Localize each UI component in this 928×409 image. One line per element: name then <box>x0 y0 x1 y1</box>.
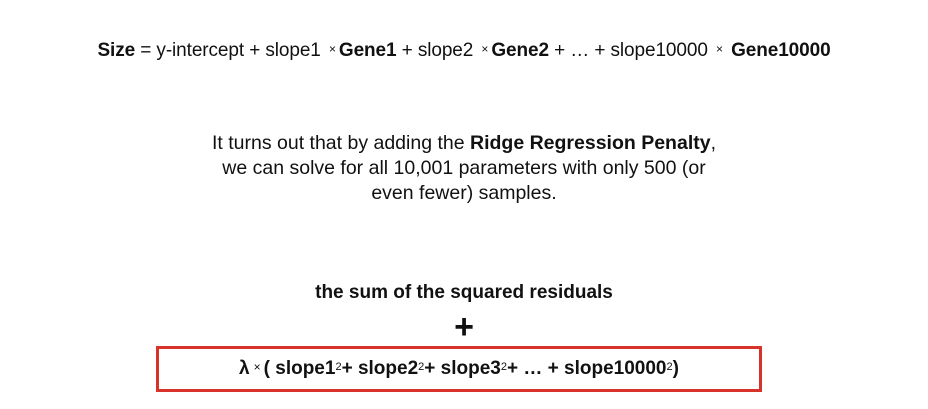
explanation-line-3: even fewer) samples. <box>371 182 557 204</box>
close-paren: ) <box>672 358 679 379</box>
multiply-sign: × <box>328 42 336 56</box>
gene2-term: Gene2 <box>491 40 549 61</box>
intercept-slope1-term: = y-intercept + slope1 <box>135 40 326 61</box>
gene10000-term: Gene10000 <box>731 40 831 61</box>
linear-model-equation: Size = y-intercept + slope1 × Gene1 + slo… <box>0 40 928 62</box>
slope10000-squared: + … + slope10000 <box>506 358 667 379</box>
explanation-line-2: we can solve for all 10,001 parameters w… <box>222 157 706 179</box>
ridge-penalty-emphasis: Ridge Regression Penalty <box>470 132 711 154</box>
slope10000-term: + … + slope10000 <box>548 40 713 61</box>
plus-sign: + <box>454 308 474 346</box>
explanation-text: It turns out that by adding the Ridge Re… <box>0 131 928 206</box>
multiply-sign: × <box>481 42 489 56</box>
sum-squared-residuals-label: the sum of the squared residuals <box>315 282 613 303</box>
slope2-squared: + slope2 <box>341 358 419 379</box>
size-term: Size <box>97 40 136 61</box>
ridge-penalty-box: λ ×( slope1 2 + slope2 2 + slope3 2 + … + sl… <box>156 346 762 392</box>
slope1-squared: ( slope1 <box>263 358 336 379</box>
lambda-symbol: λ <box>239 358 250 379</box>
multiply-sign: × <box>715 42 723 56</box>
slope3-squared: + slope3 <box>424 358 501 379</box>
slope2-term: + slope2 <box>396 40 479 61</box>
gene1-term: Gene1 <box>338 40 397 61</box>
multiply-sign: × <box>253 360 261 374</box>
explanation-line-1: It turns out that by adding the Ridge Re… <box>211 132 716 154</box>
